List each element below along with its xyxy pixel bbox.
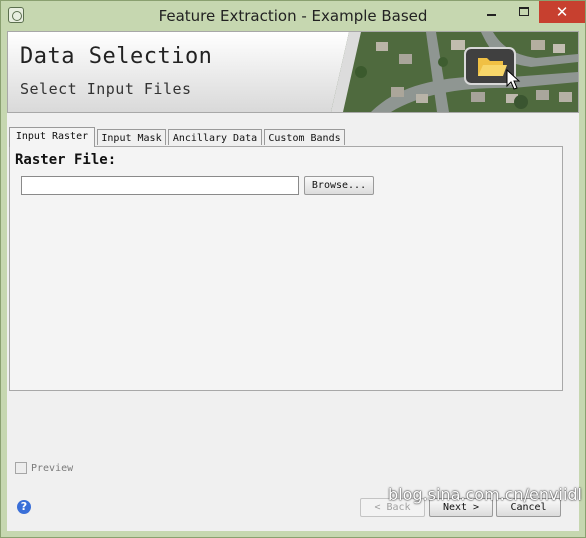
dialog-window: Feature Extraction - Example Based ✕ Dat… bbox=[0, 0, 586, 538]
tab-custom-bands[interactable]: Custom Bands bbox=[264, 129, 345, 145]
close-button[interactable]: ✕ bbox=[539, 1, 585, 23]
page-subtitle: Select Input Files bbox=[20, 80, 192, 98]
tab-ancillary-data[interactable]: Ancillary Data bbox=[168, 129, 262, 145]
tab-input-mask[interactable]: Input Mask bbox=[97, 129, 166, 145]
raster-file-label: Raster File: bbox=[15, 152, 117, 168]
aerial-neighborhood-image bbox=[331, 32, 578, 112]
browse-button[interactable]: Browse... bbox=[304, 176, 374, 195]
help-icon[interactable]: ? bbox=[17, 500, 31, 514]
input-raster-panel: Raster File: Browse... bbox=[9, 146, 563, 391]
preview-checkbox[interactable] bbox=[15, 462, 27, 474]
minimize-button[interactable] bbox=[477, 1, 507, 23]
wizard-content: Data Selection Select Input Files Input … bbox=[7, 31, 579, 531]
title-bar[interactable]: Feature Extraction - Example Based ✕ bbox=[1, 1, 585, 31]
wizard-banner: Data Selection Select Input Files bbox=[7, 31, 579, 113]
watermark-text: blog.sina.com.cn/enviidl bbox=[388, 485, 582, 504]
preview-label: Preview bbox=[31, 463, 74, 474]
maximize-button[interactable] bbox=[509, 1, 539, 23]
tab-input-raster[interactable]: Input Raster bbox=[9, 127, 95, 147]
page-title: Data Selection bbox=[20, 44, 213, 69]
raster-file-input[interactable] bbox=[21, 176, 299, 195]
